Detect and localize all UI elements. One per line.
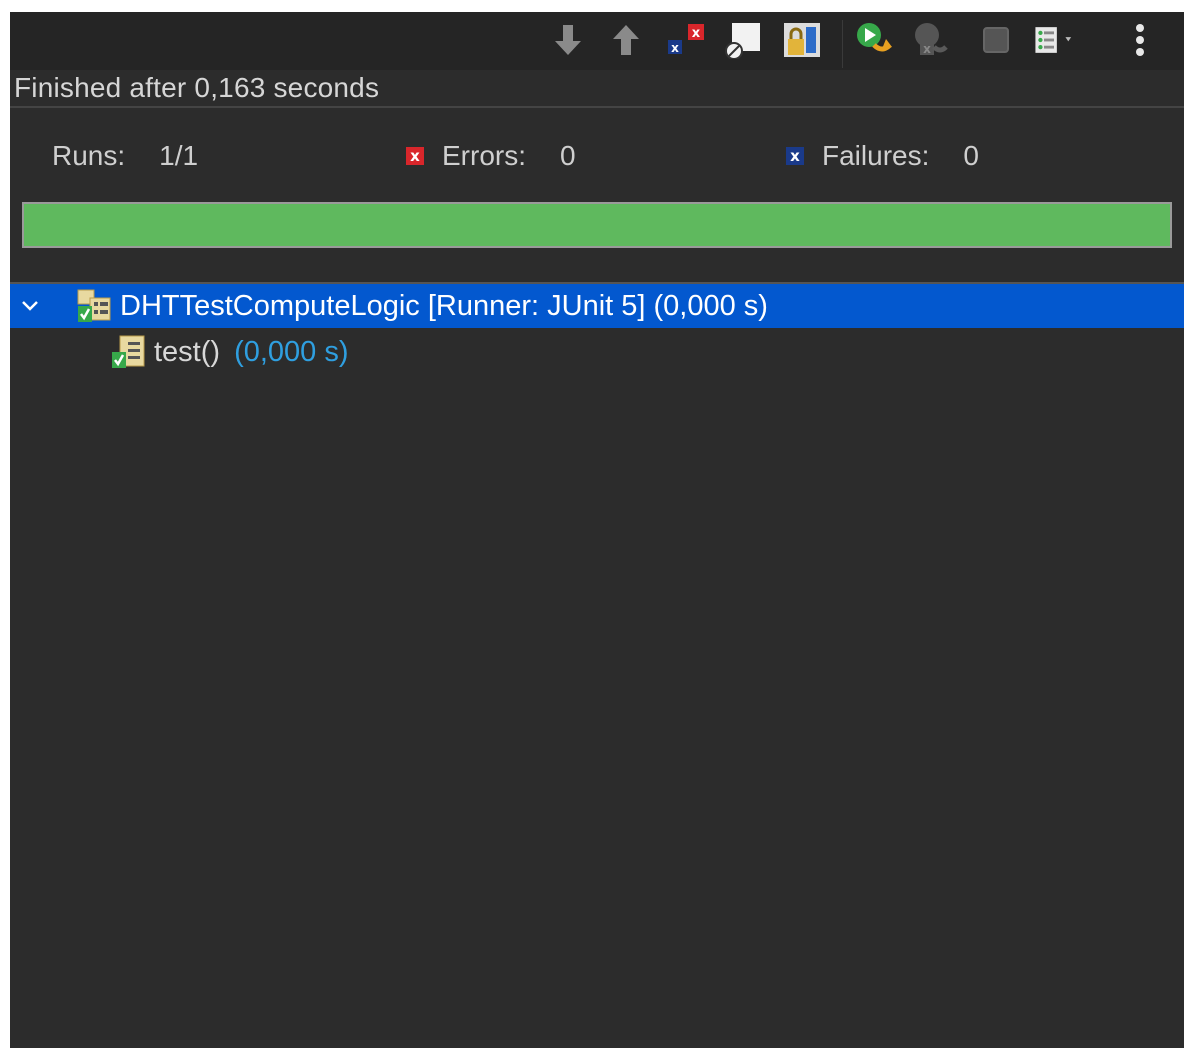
tree-item-label: test() [154,335,221,368]
progress-fill [24,204,1170,246]
rerun-failures-first-icon[interactable]: x [912,20,952,60]
errors-label: Errors: [442,140,526,171]
status-divider [10,106,1184,108]
next-failure-icon[interactable] [548,20,588,60]
failure-icon: x [786,147,804,165]
runs-value: 1/1 [159,140,199,171]
tree-item-test[interactable]: test() (0,000 s) [110,330,349,374]
errors-value: 0 [560,140,576,171]
svg-text:x: x [692,26,701,41]
tree-item-duration: (0,000 s) [234,335,349,368]
scroll-lock-icon[interactable] [782,20,822,60]
toolbar-separator [842,20,843,68]
test-case-icon [112,335,145,368]
failures-value: 0 [963,140,979,171]
rerun-test-icon[interactable] [854,20,894,60]
failures-label: Failures: [822,140,930,171]
junit-view: xx x Finished after 0,163 seconds Runs: … [10,12,1184,1048]
progress-bar [22,202,1172,248]
status-message: Finished after 0,163 seconds [14,72,380,103]
runs-label: Runs: [52,140,126,171]
chevron-down-icon[interactable] [20,296,40,316]
errors-counter: x Errors: 0 [406,140,576,172]
failures-counter: x Failures: 0 [786,140,979,172]
tree-root-row[interactable]: DHTTestComputeLogic [Runner: JUnit 5] (0… [10,284,1184,328]
svg-text:x: x [923,42,931,56]
stop-icon[interactable] [976,20,1016,60]
test-run-history-icon[interactable] [1034,20,1074,60]
toolbar: xx x [10,12,1184,70]
tree-root-label: DHTTestComputeLogic [Runner: JUnit 5] (0… [120,289,768,322]
show-failures-only-icon[interactable]: xx [666,20,706,60]
show-skipped-icon[interactable] [724,20,764,60]
runs-counter: Runs: 1/1 [52,140,198,172]
error-icon: x [406,147,424,165]
svg-text:x: x [671,41,679,55]
test-suite-icon [77,289,111,322]
previous-failure-icon[interactable] [606,20,646,60]
view-menu-icon[interactable] [1120,20,1160,60]
